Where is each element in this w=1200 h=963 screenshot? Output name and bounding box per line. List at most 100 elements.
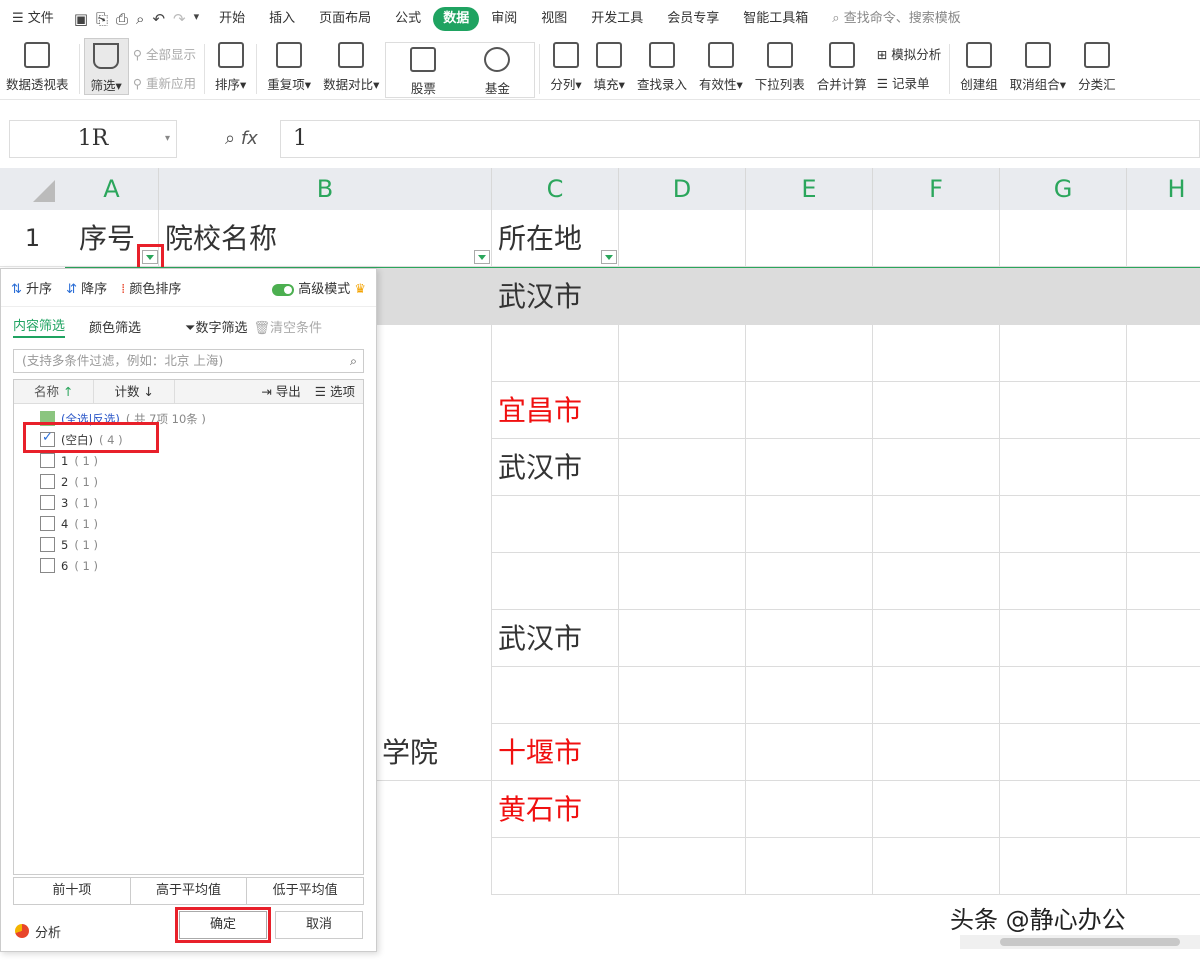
pivot-table-button[interactable]: 数据透视表 — [0, 38, 75, 93]
dropdown-list-button[interactable]: 下拉列表 — [749, 38, 811, 93]
sort-asc-button[interactable]: ⇅ 升序 — [11, 278, 52, 297]
export-button[interactable]: ⇥ 导出 — [261, 380, 300, 403]
tab-smart-tools[interactable]: 智能工具箱 — [731, 7, 820, 31]
formula-input[interactable]: 1 — [280, 120, 1200, 158]
list-item[interactable]: 3 ( 1 ) — [14, 492, 363, 513]
sort-desc-button[interactable]: ⇵ 降序 — [66, 278, 107, 297]
duplicates-button[interactable]: 重复项▾ — [261, 38, 317, 93]
name-box[interactable]: 1R ▾ — [9, 120, 177, 158]
options-button[interactable]: ☰ 选项 — [315, 380, 355, 403]
tab-member[interactable]: 会员专享 — [655, 7, 731, 31]
print-preview-icon[interactable]: ⌕ — [136, 10, 144, 28]
column-header-e[interactable]: E — [746, 168, 873, 210]
show-all-button[interactable]: ⚲ 全部显示 — [133, 44, 196, 63]
column-header-f[interactable]: F — [873, 168, 1000, 210]
tab-content-filter[interactable]: 内容筛选 — [13, 315, 66, 338]
list-item[interactable]: 1 ( 1 ) — [14, 450, 363, 471]
tab-data[interactable]: 数据 — [433, 7, 480, 31]
record-form-button[interactable]: ☰ 记录单 — [877, 73, 941, 92]
checkbox-3[interactable] — [40, 495, 55, 510]
column-header-a[interactable]: A — [65, 168, 159, 210]
cancel-button[interactable]: 取消 — [275, 911, 363, 939]
chevron-down-icon[interactable]: ▾ — [165, 121, 170, 157]
filter-dropdown-b[interactable] — [474, 250, 490, 264]
create-group-button[interactable]: 创建组 — [954, 38, 1004, 93]
fx-icon[interactable]: fx — [241, 128, 258, 149]
tab-view[interactable]: 视图 — [529, 7, 579, 31]
redo-icon[interactable]: ↷ — [173, 10, 186, 28]
tab-color-filter[interactable]: 颜色筛选 — [89, 317, 141, 336]
cell-b1[interactable]: 院校名称 — [159, 210, 492, 267]
cell-c-row11[interactable]: 黄石市 — [492, 781, 619, 838]
sort-by-name[interactable]: 名称 ↑ — [14, 380, 95, 403]
customize-dropdown-icon[interactable]: ▾ — [194, 10, 200, 28]
color-sort-button[interactable]: ⁞ 颜色排序 — [121, 278, 181, 297]
sort-button[interactable]: 排序▾ — [209, 38, 252, 93]
column-header-d[interactable]: D — [619, 168, 746, 210]
save-icon[interactable]: ▣ — [74, 10, 88, 28]
command-search[interactable]: ⌕ 查找命令、搜索模板 — [820, 7, 972, 31]
cell-g-row2[interactable] — [1000, 268, 1127, 325]
lookup-entry-button[interactable]: 查找录入 — [631, 38, 693, 93]
cell-c-row5[interactable]: 武汉市 — [492, 439, 619, 496]
cell-d-row2[interactable] — [619, 268, 746, 325]
scrollbar-thumb[interactable] — [1000, 938, 1180, 946]
below-average-button[interactable]: 低于平均值 — [247, 878, 363, 904]
cell-c1[interactable]: 所在地 — [492, 210, 619, 267]
number-filter-button[interactable]: ⏷数字筛选 — [185, 317, 247, 336]
list-item[interactable]: 2 ( 1 ) — [14, 471, 363, 492]
cell-c-row9[interactable] — [492, 667, 619, 724]
cell-c-row7[interactable] — [492, 553, 619, 610]
tab-developer[interactable]: 开发工具 — [579, 7, 655, 31]
cell-h-row2[interactable] — [1127, 268, 1200, 325]
simulate-analysis-button[interactable]: ⊞ 模拟分析 — [877, 44, 941, 63]
filter-button[interactable]: 筛选▾ — [83, 38, 129, 95]
filter-search-input[interactable]: (支持多条件过滤，例如：北京 上海) ⌕ — [13, 349, 364, 373]
checkbox-5[interactable] — [40, 537, 55, 552]
above-average-button[interactable]: 高于平均值 — [131, 878, 248, 904]
tab-review[interactable]: 审阅 — [479, 7, 529, 31]
clear-conditions-button[interactable]: 🗑清空条件 — [253, 317, 322, 336]
tab-insert[interactable]: 插入 — [257, 7, 307, 31]
column-header-b[interactable]: B — [159, 168, 492, 210]
checkbox-2[interactable] — [40, 474, 55, 489]
subtotal-button[interactable]: 分类汇 — [1072, 38, 1122, 93]
undo-icon[interactable]: ↶ — [152, 10, 165, 28]
sort-by-count[interactable]: 计数 ↓ — [94, 380, 175, 403]
advanced-mode-toggle[interactable]: 高级模式 ♛ — [272, 278, 366, 297]
list-item[interactable]: 4 ( 1 ) — [14, 513, 363, 534]
cell-c-row3[interactable] — [492, 325, 619, 382]
horizontal-scrollbar[interactable] — [960, 935, 1200, 949]
tab-page-layout[interactable]: 页面布局 — [307, 7, 383, 31]
select-all-corner[interactable] — [0, 168, 65, 210]
empty-grid-area[interactable] — [619, 325, 1200, 895]
validity-button[interactable]: 有效性▾ — [693, 38, 749, 93]
data-compare-button[interactable]: 数据对比▾ — [317, 38, 385, 93]
cell-c-row6[interactable] — [492, 496, 619, 553]
tab-formula[interactable]: 公式 — [383, 7, 433, 31]
column-header-c[interactable]: C — [492, 168, 619, 210]
funds-button[interactable]: 基金 — [460, 43, 534, 97]
cell-e1[interactable] — [746, 210, 873, 267]
split-column-button[interactable]: 分列▾ — [544, 38, 587, 93]
stocks-button[interactable]: 股票 — [386, 43, 460, 97]
cell-g1[interactable] — [1000, 210, 1127, 267]
checkbox-6[interactable] — [40, 558, 55, 573]
cell-c-row12[interactable] — [492, 838, 619, 895]
row-header-1[interactable]: 1 — [0, 210, 65, 267]
checkbox-1[interactable] — [40, 453, 55, 468]
file-menu[interactable]: ☰ 文件 — [0, 7, 66, 31]
top-ten-button[interactable]: 前十项 — [14, 878, 131, 904]
zoom-icon[interactable]: ⌕ — [225, 128, 235, 149]
cell-d1[interactable] — [619, 210, 746, 267]
consolidate-button[interactable]: 合并计算 — [811, 38, 873, 93]
list-item[interactable]: 6 ( 1 ) — [14, 555, 363, 576]
cell-c-row4[interactable]: 宜昌市 — [492, 382, 619, 439]
list-item[interactable]: 5 ( 1 ) — [14, 534, 363, 555]
filter-dropdown-c[interactable] — [601, 250, 617, 264]
ungroup-button[interactable]: 取消组合▾ — [1004, 38, 1072, 93]
analysis-button[interactable]: 分析 — [15, 922, 61, 941]
checkbox-4[interactable] — [40, 516, 55, 531]
cell-c-row8[interactable]: 武汉市 — [492, 610, 619, 667]
tab-start[interactable]: 开始 — [207, 7, 257, 31]
